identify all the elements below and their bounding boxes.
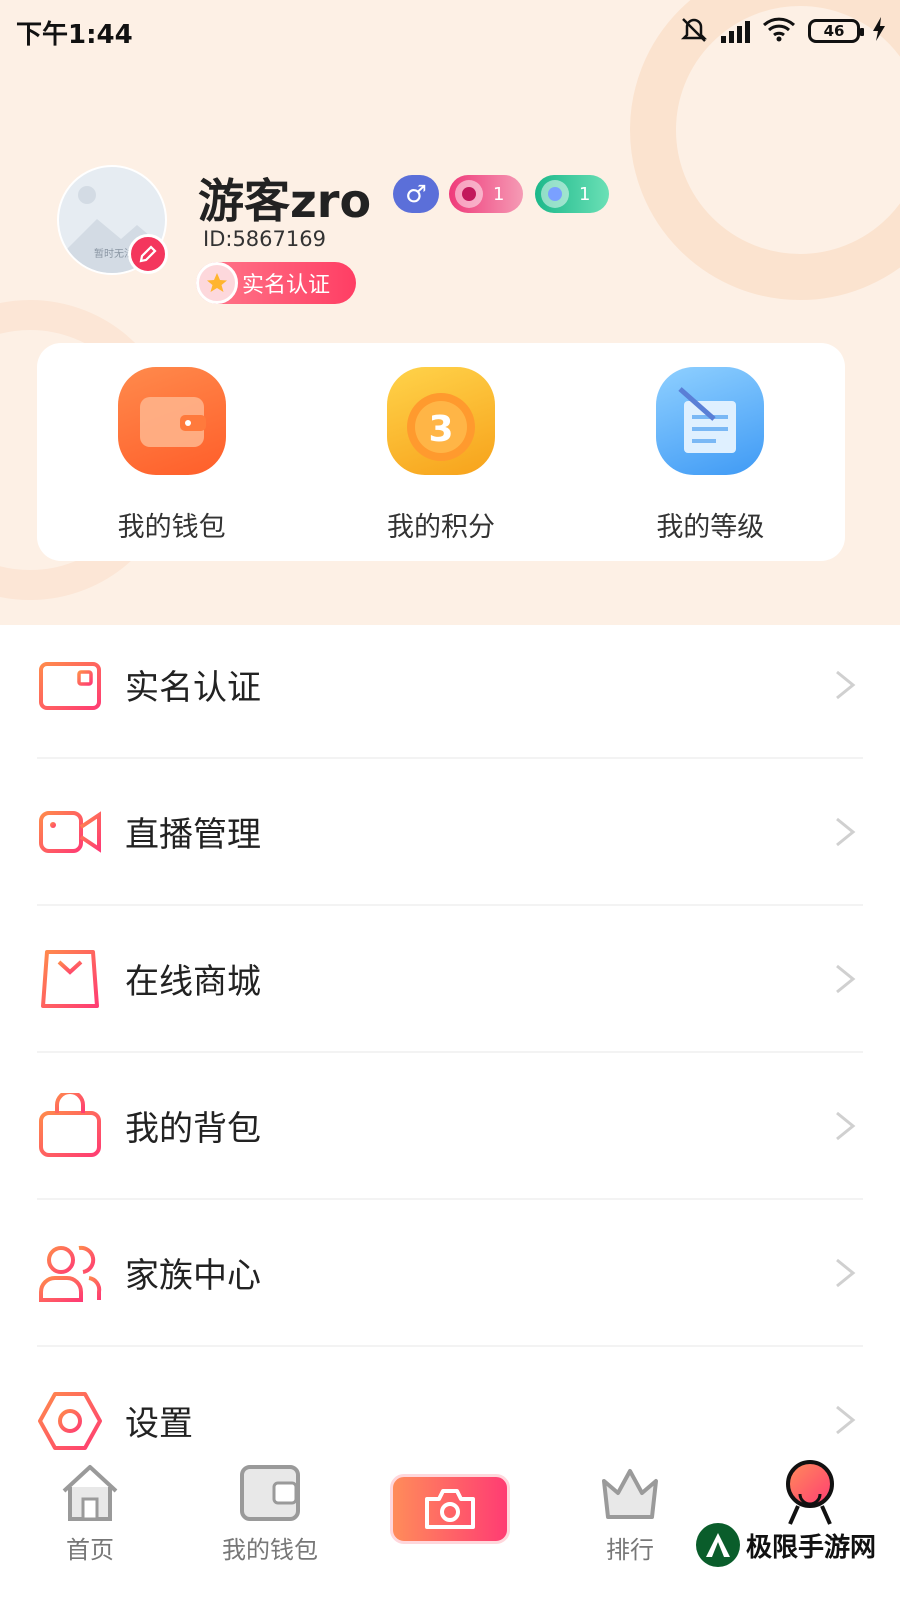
level-document-icon	[656, 367, 765, 475]
camera-icon	[390, 1474, 510, 1544]
wallet-icon	[117, 367, 226, 475]
menu-item-label: 在线商城	[125, 962, 261, 1002]
wealth-level-value: 1	[493, 183, 505, 205]
charm-level-value: 1	[579, 183, 591, 205]
points-coin-icon: 3	[386, 367, 495, 475]
shopping-bag-icon	[37, 946, 103, 1012]
menu-item-label: 家族中心	[125, 1256, 261, 1296]
menu-item-online-mall[interactable]: 在线商城	[37, 906, 863, 1053]
nav-tab-label: 排行	[606, 1536, 654, 1564]
chevron-right-icon	[836, 964, 856, 994]
wealth-level-badge: 1	[449, 175, 523, 213]
watermark-logo-icon	[696, 1523, 740, 1567]
realname-badge-label: 实名认证	[242, 273, 331, 298]
video-camera-icon	[37, 799, 103, 865]
menu-item-label: 实名认证	[125, 668, 261, 708]
star-icon	[196, 262, 238, 304]
quick-action-wallet[interactable]: 我的钱包	[37, 343, 306, 561]
menu-item-backpack[interactable]: 我的背包	[37, 1053, 863, 1200]
chevron-right-icon	[836, 670, 856, 700]
nav-tab-wallet[interactable]: 我的钱包	[180, 1450, 360, 1600]
settings-hexagon-icon	[37, 1388, 103, 1454]
backpack-icon	[37, 1092, 103, 1159]
svg-text:3: 3	[428, 409, 453, 450]
crown-icon	[595, 1458, 665, 1528]
signal-icon	[721, 19, 750, 43]
menu-item-label: 直播管理	[125, 815, 261, 855]
watermark-text: 极限手游网	[746, 1532, 877, 1563]
charging-icon	[872, 17, 886, 45]
nav-tab-ranking[interactable]: 排行	[540, 1450, 720, 1600]
menu-list: 实名认证 直播管理 在线商城 我的背包 家族中心 设置	[0, 612, 900, 1494]
menu-item-label: 设置	[125, 1404, 193, 1444]
wallet-icon	[235, 1458, 305, 1528]
username: 游客zro	[198, 174, 372, 228]
quick-action-points[interactable]: 3 我的积分	[306, 343, 575, 561]
nav-tab-label: 我的钱包	[222, 1536, 318, 1564]
menu-item-realname[interactable]: 实名认证	[37, 612, 863, 759]
chevron-right-icon	[836, 1111, 856, 1141]
nav-tab-camera[interactable]	[360, 1450, 540, 1600]
battery-icon: 46	[808, 19, 864, 43]
status-bar: 下午1:44 46	[0, 0, 900, 60]
home-icon	[55, 1458, 125, 1528]
user-id: ID:5867169	[203, 227, 326, 251]
wifi-icon	[762, 16, 796, 46]
diamond-emblem-icon	[541, 180, 569, 208]
chevron-right-icon	[836, 1405, 856, 1435]
level-emblem-icon	[455, 180, 483, 208]
status-time: 下午1:44	[16, 20, 133, 50]
quick-action-level[interactable]: 我的等级	[576, 343, 845, 561]
nav-tab-home[interactable]: 首页	[0, 1450, 180, 1600]
gender-badge: ♂	[393, 175, 439, 213]
watermark: 极限手游网	[696, 1518, 896, 1572]
menu-item-live-manage[interactable]: 直播管理	[37, 759, 863, 906]
quick-actions-card: 我的钱包 3 我的积分 我的等级	[37, 343, 845, 561]
menu-item-label: 我的背包	[125, 1109, 261, 1149]
id-card-icon	[37, 652, 103, 718]
edit-avatar-button[interactable]	[128, 234, 168, 274]
nav-tab-label: 首页	[66, 1536, 114, 1564]
pencil-icon	[139, 245, 157, 263]
chevron-right-icon	[836, 817, 856, 847]
quick-action-label: 我的等级	[656, 512, 765, 543]
charm-level-badge: 1	[535, 175, 609, 213]
realname-verify-badge[interactable]: 实名认证	[196, 262, 356, 304]
chevron-right-icon	[836, 1258, 856, 1288]
quick-action-label: 我的钱包	[117, 512, 226, 543]
menu-item-family-center[interactable]: 家族中心	[37, 1200, 863, 1347]
status-icons: 46	[679, 14, 886, 48]
mute-icon	[679, 15, 709, 47]
quick-action-label: 我的积分	[386, 512, 495, 543]
family-group-icon	[37, 1240, 103, 1306]
